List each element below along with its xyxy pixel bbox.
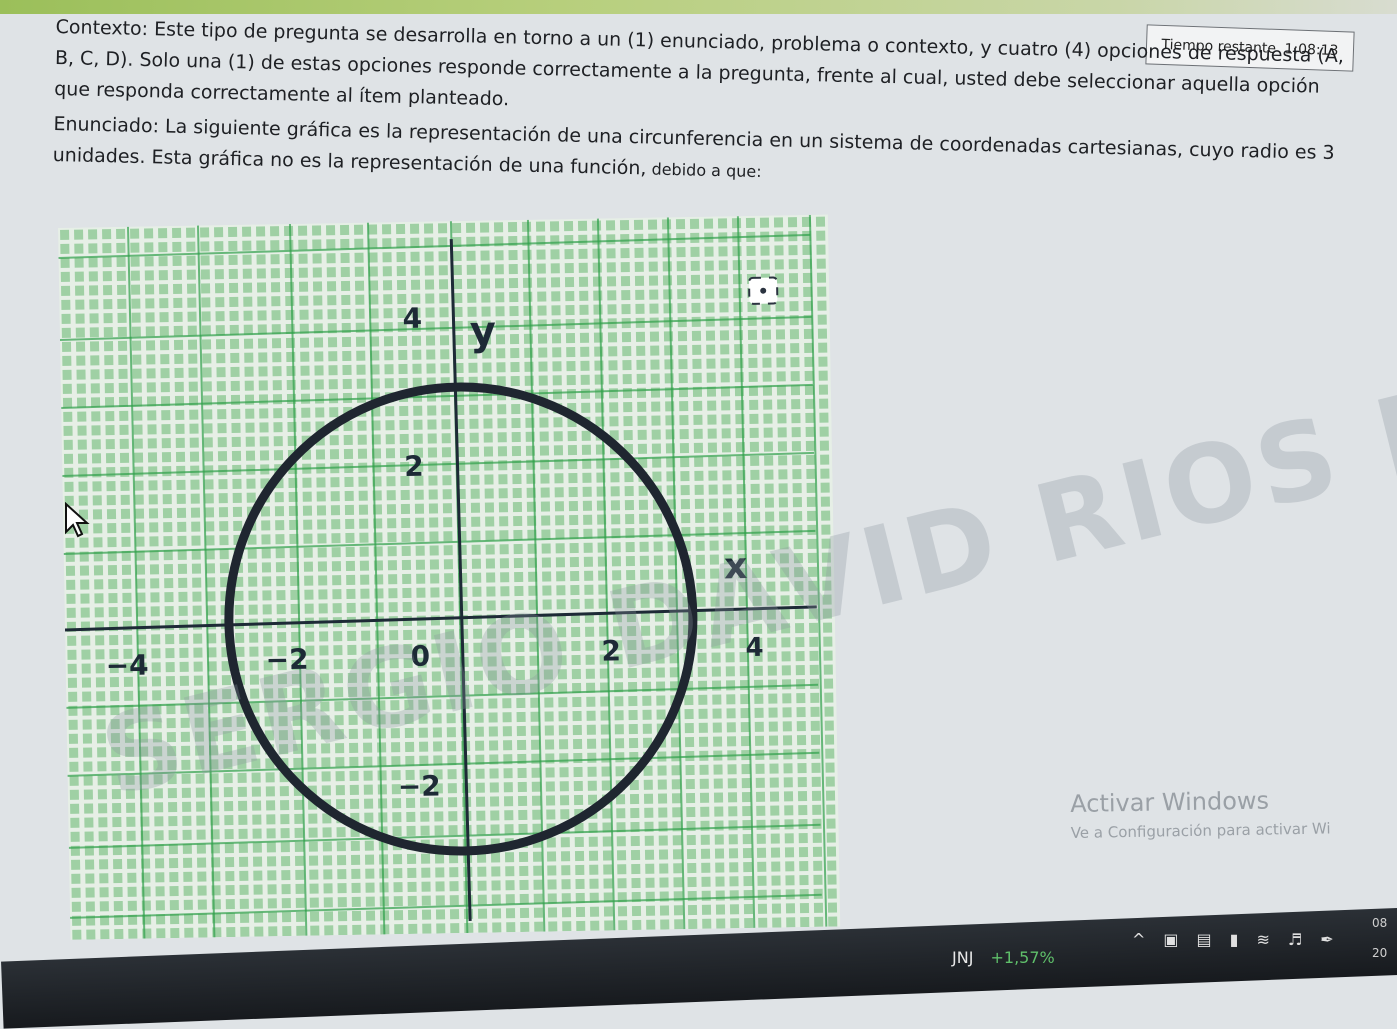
chevron-up-icon[interactable]: ^ xyxy=(1132,930,1145,949)
activate-windows-subtitle: Ve a Configuración para activar Wi xyxy=(1070,819,1331,842)
stock-ticker[interactable]: JNJ +1,57% xyxy=(952,948,1055,967)
top-status-bar xyxy=(0,0,1397,14)
note-icon[interactable]: ▤ xyxy=(1197,930,1212,949)
y-tick-label: 4 xyxy=(402,302,422,335)
volume-icon[interactable]: ♬ xyxy=(1288,930,1302,949)
y-tick-label: 2 xyxy=(404,450,424,483)
camera-icon[interactable]: ▣ xyxy=(1163,930,1178,949)
ticker-symbol: JNJ xyxy=(952,948,974,967)
statement-end: debido a que: xyxy=(646,159,762,182)
question-text: Contexto: Este tipo de pregunta se desar… xyxy=(52,12,1355,200)
taskbar-clock[interactable]: 08 20 xyxy=(1372,908,1387,968)
battery-icon[interactable]: ▮ xyxy=(1230,930,1239,949)
ticker-change: +1,57% xyxy=(990,948,1055,967)
activate-windows-notice: Activar Windows Ve a Configuración para … xyxy=(1070,785,1331,842)
scan-focus-icon[interactable] xyxy=(748,276,779,305)
mouse-cursor-icon xyxy=(65,502,90,538)
clock-time: 08 xyxy=(1372,916,1388,930)
clock-date: 20 xyxy=(1372,946,1388,960)
wifi-icon[interactable]: ≋ xyxy=(1256,930,1269,949)
system-tray: ^ ▣ ▤ ▮ ≋ ♬ ✒ xyxy=(1132,930,1334,949)
y-axis-label: y xyxy=(469,308,496,354)
y-tick-label: −2 xyxy=(398,769,442,803)
activate-windows-title: Activar Windows xyxy=(1070,786,1270,818)
x-tick-label: −4 xyxy=(105,648,149,682)
pen-icon[interactable]: ✒ xyxy=(1320,930,1333,949)
